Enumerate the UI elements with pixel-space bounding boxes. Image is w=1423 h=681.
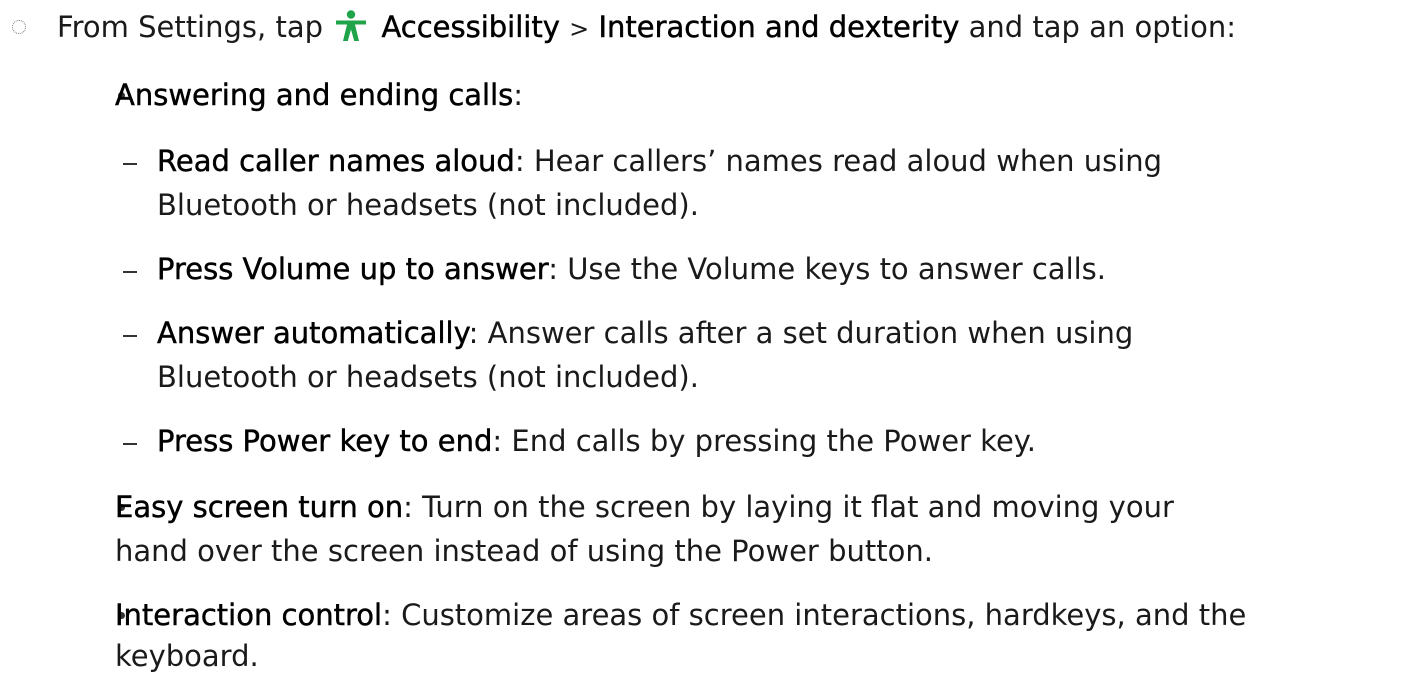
list-item-answering: Answering and ending calls: bbox=[115, 75, 523, 115]
list-item-answer-auto: Answer automatically: Answer calls after… bbox=[157, 313, 1134, 353]
item-title: Answering and ending calls bbox=[115, 78, 514, 112]
item-title: Answer automatically bbox=[157, 316, 469, 350]
list-item-read-caller: Read caller names aloud: Hear callers’ n… bbox=[157, 141, 1162, 181]
item-desc-cont: Bluetooth or headsets (not included). bbox=[157, 360, 699, 394]
item-desc-cont: Bluetooth or headsets (not included). bbox=[157, 188, 699, 222]
item-title: Read caller names aloud bbox=[157, 144, 515, 178]
dash-icon bbox=[123, 271, 137, 273]
dash-icon bbox=[123, 335, 137, 337]
list-item-interaction-control: Interaction control: Customize areas of … bbox=[115, 595, 1247, 635]
list-item-volume-up: Press Volume up to answer: Use the Volum… bbox=[157, 249, 1106, 289]
item-desc: : Turn on the screen by laying it flat a… bbox=[403, 490, 1174, 524]
item-desc: : Hear callers’ names read aloud when us… bbox=[514, 144, 1163, 178]
item-title: Easy screen turn on bbox=[115, 490, 404, 524]
path-separator: > bbox=[569, 15, 590, 43]
list-item-answer-auto-cont: Bluetooth or headsets (not included). bbox=[157, 357, 699, 397]
accessibility-icon bbox=[336, 10, 367, 41]
accessibility-link[interactable]: Accessibility bbox=[381, 10, 560, 44]
step-prefix: From Settings, tap bbox=[57, 10, 323, 44]
step-instruction: From Settings, tap Accessibility > Inter… bbox=[57, 7, 1236, 49]
list-item-easy-screen: Easy screen turn on: Turn on the screen … bbox=[115, 487, 1174, 527]
item-colon: : bbox=[513, 78, 524, 112]
item-desc: : Answer calls after a set duration when… bbox=[468, 316, 1134, 350]
list-item-easy-screen-cont: hand over the screen instead of using th… bbox=[115, 531, 933, 571]
item-title: Interaction control bbox=[115, 598, 383, 632]
dash-icon bbox=[123, 443, 137, 445]
item-desc-cont: keyboard. bbox=[115, 639, 259, 673]
step-marker-icon bbox=[12, 20, 26, 34]
item-title: Press Power key to end bbox=[157, 424, 493, 458]
item-title: Press Volume up to answer bbox=[157, 252, 549, 286]
item-desc: : Use the Volume keys to answer calls. bbox=[548, 252, 1107, 286]
list-item-interaction-control-cont: keyboard. bbox=[115, 636, 259, 676]
list-item-power-end: Press Power key to end: End calls by pre… bbox=[157, 421, 1036, 461]
item-desc-cont: hand over the screen instead of using th… bbox=[115, 534, 933, 568]
item-desc: : Customize areas of screen interactions… bbox=[382, 598, 1247, 632]
dash-icon bbox=[123, 163, 137, 165]
item-desc: : End calls by pressing the Power key. bbox=[492, 424, 1037, 458]
list-item-read-caller-cont: Bluetooth or headsets (not included). bbox=[157, 185, 699, 225]
interaction-dexterity-link[interactable]: Interaction and dexterity bbox=[598, 10, 959, 44]
step-suffix: and tap an option: bbox=[968, 10, 1237, 44]
